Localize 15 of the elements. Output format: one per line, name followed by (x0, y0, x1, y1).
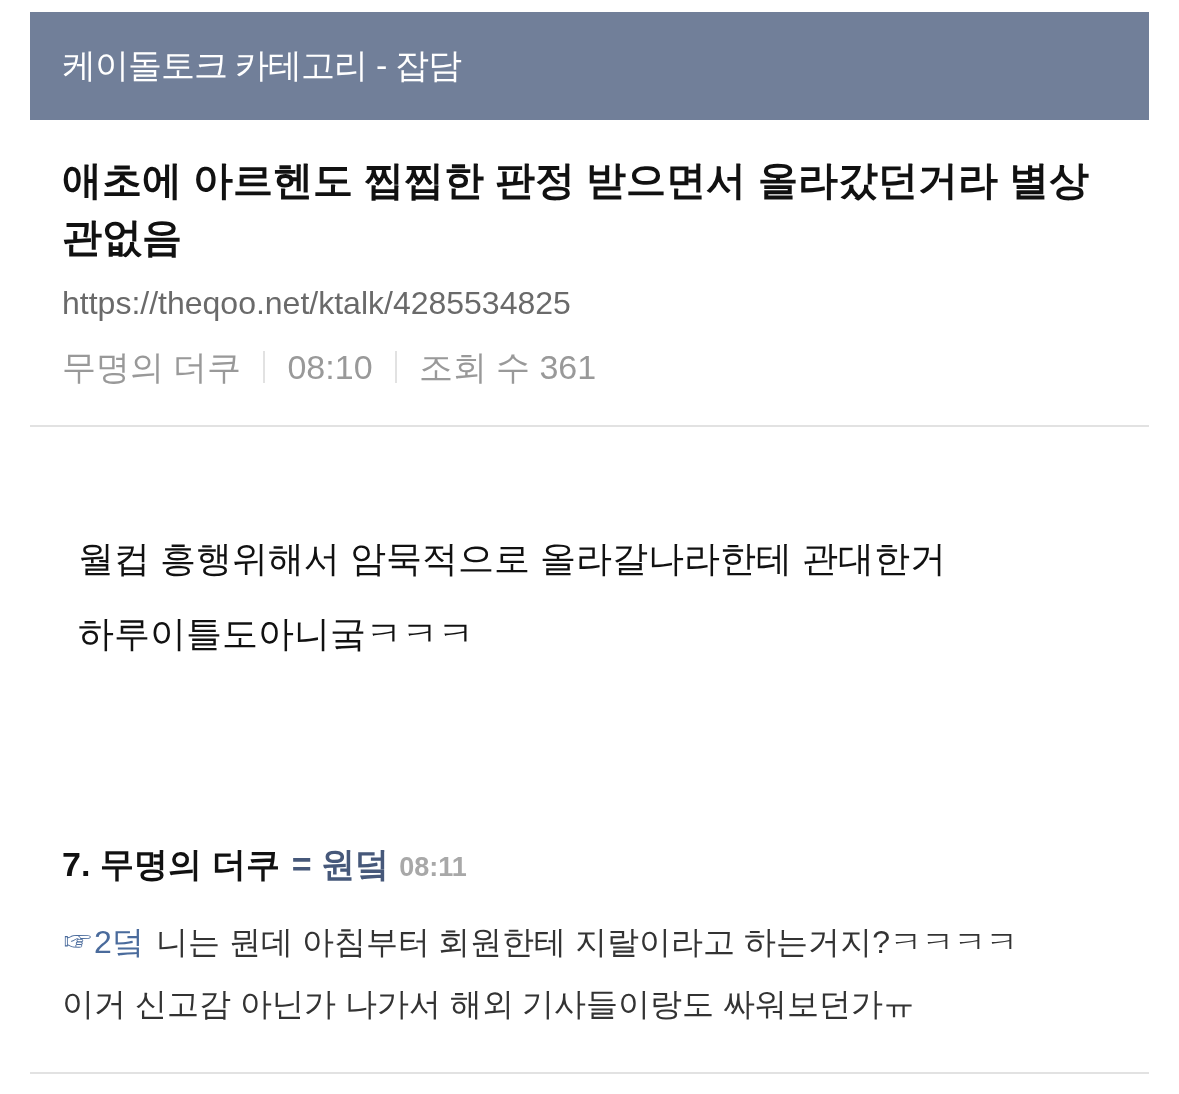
comment-text: ☞2덬 니는 뭔데 아침부터 회원한테 지랄이라고 하는거지?ㅋㅋㅋㅋ (62, 923, 1020, 962)
comment-text: 이거 신고감 아닌가 나가서 해외 기사들이랑도 싸워보던가ㅠ (62, 985, 917, 1024)
view-count: 조회 수 361 (418, 347, 597, 388)
reply-mention-link[interactable]: ☞2덬 (62, 924, 144, 960)
post-time: 08:10 (287, 347, 373, 388)
post-text: 하루이틀도아니궄ㅋㅋㅋ (78, 612, 475, 656)
author-tag: = 원덬 (291, 839, 390, 889)
post-author: 무명의 더쿠 (62, 347, 242, 388)
comment-number: 7. (62, 844, 91, 885)
comment-author: 무명의 더쿠 (100, 844, 280, 885)
category-title: 케이돌토크 카테고리 - 잡담 (62, 45, 461, 86)
post-url-link[interactable]: https://theqoo.net/ktalk/4285534825 (62, 281, 571, 325)
post-text: 월컵 흥행위해서 암묵적으로 올라갈나라한테 관대한거 (78, 537, 947, 581)
comment-time: 08:11 (399, 851, 467, 884)
post-title: 애초에 아르헨도 찝찝한 판정 받으면서 올라갔던거라 별상 관없음 (62, 157, 1090, 261)
